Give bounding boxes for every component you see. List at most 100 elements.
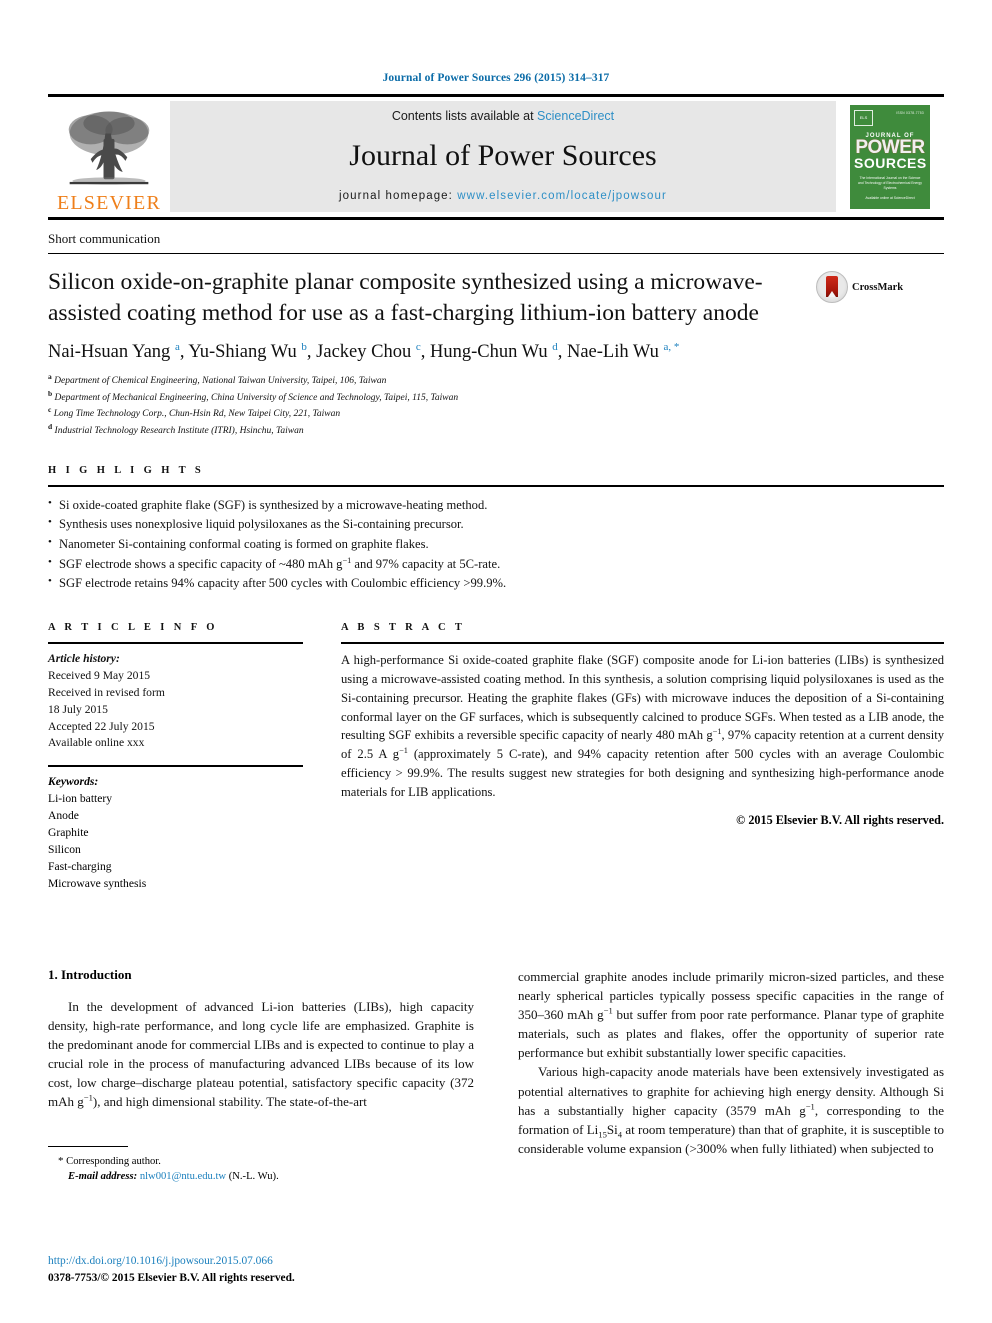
- contents-available-line: Contents lists available at ScienceDirec…: [392, 109, 614, 123]
- elsevier-wordmark: ELSEVIER: [56, 192, 162, 214]
- running-head: Journal of Power Sources 296 (2015) 314–…: [382, 72, 610, 84]
- page-title: Silicon oxide-on-graphite planar composi…: [48, 269, 763, 326]
- abstract-section: A B S T R A C T A high-performance Si ox…: [341, 622, 944, 893]
- body-column-right: commercial graphite anodes include prima…: [518, 967, 944, 1185]
- author-4-marks: a, *: [663, 340, 680, 353]
- author-3-name: Hung-Chun Wu: [429, 342, 548, 363]
- author-1-marks: b: [301, 340, 307, 353]
- abstract-text: A high-performance Si oxide-coated graph…: [341, 652, 944, 800]
- article-page: Journal of Power Sources 296 (2015) 314–…: [0, 0, 992, 1323]
- doi-link[interactable]: http://dx.doi.org/10.1016/j.jpowsour.201…: [48, 1253, 295, 1270]
- history-item: Received in revised form: [48, 685, 165, 699]
- article-info-section: A R T I C L E I N F O Article history: R…: [48, 622, 303, 893]
- author-0-marks: a: [174, 340, 180, 353]
- author-1-name: Yu-Shiang Wu: [188, 342, 297, 363]
- footnote-divider: [48, 1145, 128, 1147]
- corresponding-author-line: * Corresponding author.: [58, 1153, 474, 1170]
- history-item: Received 9 May 2015: [48, 668, 151, 682]
- email-label: E-mail address:: [68, 1171, 138, 1183]
- journal-cover-thumbnail: ELS ISSN 0378-7753 JOURNAL OF POWER SOUR…: [850, 105, 930, 209]
- cover-footer-note: Available online at ScienceDirect: [865, 196, 915, 200]
- affiliation-list: a Department of Chemical Engineering, Na…: [48, 372, 944, 439]
- history-item: Accepted 22 July 2015: [48, 719, 155, 733]
- list-item: SGF electrode shows a specific capacity …: [48, 554, 944, 575]
- article-history-block: Article history: Received 9 May 2015 Rec…: [48, 651, 303, 753]
- journal-cover-block: ELS ISSN 0378-7753 JOURNAL OF POWER SOUR…: [836, 97, 944, 217]
- homepage-url-link[interactable]: www.elsevier.com/locate/jpowsour: [457, 190, 667, 202]
- affiliation-row: a Department of Chemical Engineering, Na…: [48, 372, 944, 389]
- article-type-divider: [48, 253, 944, 254]
- author-4-name: Nae-Lih Wu: [566, 342, 659, 363]
- crossmark-badge[interactable]: CrossMark: [816, 271, 903, 303]
- article-info-heading: A R T I C L E I N F O: [48, 621, 218, 633]
- crossmark-icon: [816, 271, 848, 303]
- affiliation-text: Department of Chemical Engineering, Nati…: [54, 376, 387, 387]
- author-list: Nai-Hsuan Yang a, Yu-Shiang Wu b, Jackey…: [48, 340, 680, 363]
- author-3: Hung-Chun Wu d: [429, 340, 558, 363]
- author-0: Nai-Hsuan Yang a: [48, 340, 180, 363]
- affiliation-row: c Long Time Technology Corp., Chun-Hsin …: [48, 405, 944, 422]
- contents-prefix: Contents lists available at: [391, 109, 538, 123]
- history-item: Available online xxx: [48, 736, 145, 750]
- affiliation-text: Department of Mechanical Engineering, Ch…: [54, 392, 459, 403]
- column-gutter: [474, 967, 518, 1185]
- article-history-label: Article history:: [48, 651, 120, 665]
- sciencedirect-link[interactable]: ScienceDirect: [537, 109, 614, 123]
- body-columns: 1. Introduction In the development of ad…: [48, 967, 944, 1185]
- abstract-heading: A B S T R A C T: [341, 621, 466, 633]
- journal-masthead: ELSEVIER Contents lists available at Sci…: [48, 94, 944, 220]
- crossmark-label: CrossMark: [852, 281, 904, 293]
- keyword-item: Graphite: [48, 826, 89, 840]
- corresponding-author-block: * Corresponding author. E-mail address: …: [48, 1145, 474, 1186]
- affiliation-text: Industrial Technology Research Institute…: [54, 426, 304, 437]
- keyword-item: Silicon: [48, 843, 81, 857]
- article-info-divider: [48, 641, 303, 644]
- email-attribution: (N.-L. Wu).: [228, 1171, 279, 1183]
- author-4: Nae-Lih Wu a, *: [566, 340, 680, 363]
- journal-title: Journal of Power Sources: [349, 139, 657, 172]
- corresponding-author-label: Corresponding author.: [66, 1155, 161, 1167]
- elsevier-tree-icon: [68, 111, 150, 185]
- author-2-marks: c: [415, 340, 421, 353]
- asterisk-icon: *: [58, 1154, 64, 1167]
- homepage-prefix: journal homepage:: [339, 190, 458, 202]
- article-type: Short communication: [48, 231, 161, 246]
- keywords-divider: [48, 765, 303, 768]
- cover-line-power: POWER: [855, 137, 925, 158]
- column-gap: [303, 622, 341, 893]
- keywords-block: Keywords: Li-ion battery Anode Graphite …: [48, 765, 303, 892]
- email-link[interactable]: nlw001@ntu.edu.tw: [140, 1171, 226, 1182]
- affiliation-mark: c: [48, 405, 52, 415]
- affiliation-mark: d: [48, 422, 53, 432]
- body-column-left: 1. Introduction In the development of ad…: [48, 967, 474, 1185]
- keyword-item: Microwave synthesis: [48, 876, 147, 890]
- page-footer: http://dx.doi.org/10.1016/j.jpowsour.201…: [48, 1253, 295, 1287]
- journal-band: Contents lists available at ScienceDirec…: [170, 101, 836, 212]
- affiliation-mark: b: [48, 388, 53, 398]
- cover-issn: ISSN 0378-7753: [896, 111, 924, 115]
- keywords-label: Keywords:: [48, 775, 99, 789]
- list-item: Synthesis uses nonexplosive liquid polys…: [48, 514, 944, 535]
- issn-copyright-line: 0378-7753/© 2015 Elsevier B.V. All right…: [48, 1271, 295, 1284]
- affiliation-row: b Department of Mechanical Engineering, …: [48, 389, 944, 406]
- author-3-marks: d: [552, 340, 558, 353]
- affiliation-mark: a: [48, 372, 52, 382]
- affiliation-row: d Industrial Technology Research Institu…: [48, 422, 944, 439]
- cover-line-sources: SOURCES: [854, 155, 927, 171]
- email-line: E-mail address: nlw001@ntu.edu.tw (N.-L.…: [58, 1169, 474, 1185]
- title-row: Silicon oxide-on-graphite planar composi…: [48, 267, 944, 328]
- author-0-name: Nai-Hsuan Yang: [48, 342, 171, 363]
- list-item: Nanometer Si-containing conformal coatin…: [48, 534, 944, 555]
- highlights-list: Si oxide-coated graphite flake (SGF) is …: [48, 495, 944, 594]
- paragraph: Various high-capacity anode materials ha…: [518, 1064, 944, 1156]
- elsevier-logo: ELSEVIER: [48, 97, 170, 217]
- author-1: Yu-Shiang Wu b: [188, 340, 307, 363]
- highlights-heading: H I G H L I G H T S: [48, 464, 205, 476]
- highlights-section: H I G H L I G H T S Si oxide-coated grap…: [48, 465, 944, 594]
- history-item: 18 July 2015: [48, 702, 108, 716]
- keywords-list: Keywords: Li-ion battery Anode Graphite …: [48, 774, 303, 892]
- corresponding-author-note: * Corresponding author. E-mail address: …: [48, 1153, 474, 1186]
- cover-publisher-badge: ELS: [854, 110, 873, 126]
- author-2: Jackey Chou c: [316, 340, 421, 362]
- keyword-item: Li-ion battery: [48, 792, 113, 806]
